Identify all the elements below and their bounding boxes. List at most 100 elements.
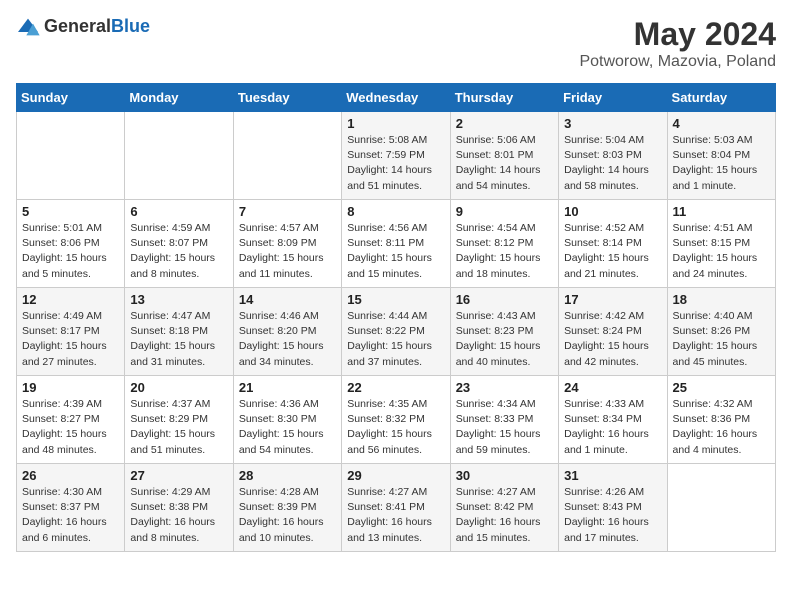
day-number: 24 — [564, 380, 661, 395]
day-info: Sunrise: 5:06 AM Sunset: 8:01 PM Dayligh… — [456, 133, 553, 194]
calendar-cell: 30 Sunrise: 4:27 AM Sunset: 8:42 PM Dayli… — [450, 464, 558, 552]
day-number: 1 — [347, 116, 444, 131]
calendar-cell: 14 Sunrise: 4:46 AM Sunset: 8:20 PM Dayli… — [233, 288, 341, 376]
title-block: May 2024 Potworow, Mazovia, Poland — [579, 16, 776, 71]
day-info: Sunrise: 4:39 AM Sunset: 8:27 PM Dayligh… — [22, 397, 119, 458]
calendar-week-5: 26 Sunrise: 4:30 AM Sunset: 8:37 PM Dayli… — [17, 464, 776, 552]
day-info: Sunrise: 4:35 AM Sunset: 8:32 PM Dayligh… — [347, 397, 444, 458]
day-number: 26 — [22, 468, 119, 483]
col-header-monday: Monday — [125, 84, 233, 112]
day-number: 22 — [347, 380, 444, 395]
day-number: 23 — [456, 380, 553, 395]
day-number: 30 — [456, 468, 553, 483]
day-number: 3 — [564, 116, 661, 131]
calendar-cell: 2 Sunrise: 5:06 AM Sunset: 8:01 PM Daylig… — [450, 112, 558, 200]
calendar-cell: 18Sunrise: 4:40 AM Sunset: 8:26 PM Dayli… — [667, 288, 775, 376]
day-number: 31 — [564, 468, 661, 483]
calendar-cell — [17, 112, 125, 200]
logo-blue: Blue — [111, 16, 150, 36]
day-number: 4 — [673, 116, 770, 131]
day-number: 6 — [130, 204, 227, 219]
day-info: Sunrise: 4:43 AM Sunset: 8:23 PM Dayligh… — [456, 309, 553, 370]
day-number: 10 — [564, 204, 661, 219]
page-header: GeneralBlue May 2024 Potworow, Mazovia, … — [16, 16, 776, 71]
calendar-cell: 1 Sunrise: 5:08 AM Sunset: 7:59 PM Daylig… — [342, 112, 450, 200]
calendar-cell: 27 Sunrise: 4:29 AM Sunset: 8:38 PM Dayli… — [125, 464, 233, 552]
day-number: 8 — [347, 204, 444, 219]
col-header-sunday: Sunday — [17, 84, 125, 112]
calendar-cell: 12Sunrise: 4:49 AM Sunset: 8:17 PM Dayli… — [17, 288, 125, 376]
day-info: Sunrise: 4:57 AM Sunset: 8:09 PM Dayligh… — [239, 221, 336, 282]
calendar-cell: 6Sunrise: 4:59 AM Sunset: 8:07 PM Daylig… — [125, 200, 233, 288]
calendar-cell: 25 Sunrise: 4:32 AM Sunset: 8:36 PM Dayli… — [667, 376, 775, 464]
day-info: Sunrise: 4:40 AM Sunset: 8:26 PM Dayligh… — [673, 309, 770, 370]
calendar-table: SundayMondayTuesdayWednesdayThursdayFrid… — [16, 83, 776, 552]
calendar-cell: 8 Sunrise: 4:56 AM Sunset: 8:11 PM Daylig… — [342, 200, 450, 288]
col-header-tuesday: Tuesday — [233, 84, 341, 112]
calendar-cell: 9 Sunrise: 4:54 AM Sunset: 8:12 PM Daylig… — [450, 200, 558, 288]
col-header-friday: Friday — [559, 84, 667, 112]
day-info: Sunrise: 4:32 AM Sunset: 8:36 PM Dayligh… — [673, 397, 770, 458]
day-number: 20 — [130, 380, 227, 395]
calendar-cell — [125, 112, 233, 200]
calendar-cell: 4 Sunrise: 5:03 AM Sunset: 8:04 PM Daylig… — [667, 112, 775, 200]
calendar-cell: 7 Sunrise: 4:57 AM Sunset: 8:09 PM Daylig… — [233, 200, 341, 288]
day-number: 13 — [130, 292, 227, 307]
day-number: 29 — [347, 468, 444, 483]
calendar-cell: 26 Sunrise: 4:30 AM Sunset: 8:37 PM Dayli… — [17, 464, 125, 552]
day-info: Sunrise: 5:03 AM Sunset: 8:04 PM Dayligh… — [673, 133, 770, 194]
calendar-week-4: 19Sunrise: 4:39 AM Sunset: 8:27 PM Dayli… — [17, 376, 776, 464]
day-number: 12 — [22, 292, 119, 307]
day-number: 17 — [564, 292, 661, 307]
day-number: 9 — [456, 204, 553, 219]
calendar-week-3: 12Sunrise: 4:49 AM Sunset: 8:17 PM Dayli… — [17, 288, 776, 376]
day-number: 14 — [239, 292, 336, 307]
calendar-cell: 3 Sunrise: 5:04 AM Sunset: 8:03 PM Daylig… — [559, 112, 667, 200]
calendar-cell: 29 Sunrise: 4:27 AM Sunset: 8:41 PM Dayli… — [342, 464, 450, 552]
calendar-cell: 28 Sunrise: 4:28 AM Sunset: 8:39 PM Dayli… — [233, 464, 341, 552]
calendar-cell: 15 Sunrise: 4:44 AM Sunset: 8:22 PM Dayli… — [342, 288, 450, 376]
day-info: Sunrise: 4:30 AM Sunset: 8:37 PM Dayligh… — [22, 485, 119, 546]
day-info: Sunrise: 4:51 AM Sunset: 8:15 PM Dayligh… — [673, 221, 770, 282]
day-number: 7 — [239, 204, 336, 219]
day-number: 28 — [239, 468, 336, 483]
calendar-cell — [667, 464, 775, 552]
calendar-header-row: SundayMondayTuesdayWednesdayThursdayFrid… — [17, 84, 776, 112]
day-number: 2 — [456, 116, 553, 131]
day-info: Sunrise: 4:36 AM Sunset: 8:30 PM Dayligh… — [239, 397, 336, 458]
calendar-cell: 20Sunrise: 4:37 AM Sunset: 8:29 PM Dayli… — [125, 376, 233, 464]
day-info: Sunrise: 4:44 AM Sunset: 8:22 PM Dayligh… — [347, 309, 444, 370]
day-info: Sunrise: 4:56 AM Sunset: 8:11 PM Dayligh… — [347, 221, 444, 282]
day-info: Sunrise: 5:08 AM Sunset: 7:59 PM Dayligh… — [347, 133, 444, 194]
day-info: Sunrise: 4:27 AM Sunset: 8:41 PM Dayligh… — [347, 485, 444, 546]
day-info: Sunrise: 4:54 AM Sunset: 8:12 PM Dayligh… — [456, 221, 553, 282]
calendar-cell: 19Sunrise: 4:39 AM Sunset: 8:27 PM Dayli… — [17, 376, 125, 464]
day-info: Sunrise: 4:46 AM Sunset: 8:20 PM Dayligh… — [239, 309, 336, 370]
logo-icon — [16, 17, 40, 37]
location-subtitle: Potworow, Mazovia, Poland — [579, 53, 776, 71]
calendar-cell: 23 Sunrise: 4:34 AM Sunset: 8:33 PM Dayli… — [450, 376, 558, 464]
calendar-cell: 22 Sunrise: 4:35 AM Sunset: 8:32 PM Dayli… — [342, 376, 450, 464]
col-header-wednesday: Wednesday — [342, 84, 450, 112]
calendar-week-1: 1 Sunrise: 5:08 AM Sunset: 7:59 PM Daylig… — [17, 112, 776, 200]
day-number: 16 — [456, 292, 553, 307]
day-info: Sunrise: 4:28 AM Sunset: 8:39 PM Dayligh… — [239, 485, 336, 546]
calendar-cell: 21Sunrise: 4:36 AM Sunset: 8:30 PM Dayli… — [233, 376, 341, 464]
day-info: Sunrise: 4:26 AM Sunset: 8:43 PM Dayligh… — [564, 485, 661, 546]
day-number: 15 — [347, 292, 444, 307]
calendar-week-2: 5Sunrise: 5:01 AM Sunset: 8:06 PM Daylig… — [17, 200, 776, 288]
col-header-saturday: Saturday — [667, 84, 775, 112]
calendar-cell: 5Sunrise: 5:01 AM Sunset: 8:06 PM Daylig… — [17, 200, 125, 288]
day-info: Sunrise: 4:33 AM Sunset: 8:34 PM Dayligh… — [564, 397, 661, 458]
day-info: Sunrise: 4:34 AM Sunset: 8:33 PM Dayligh… — [456, 397, 553, 458]
day-number: 25 — [673, 380, 770, 395]
calendar-cell: 17Sunrise: 4:42 AM Sunset: 8:24 PM Dayli… — [559, 288, 667, 376]
day-number: 11 — [673, 204, 770, 219]
day-info: Sunrise: 5:04 AM Sunset: 8:03 PM Dayligh… — [564, 133, 661, 194]
calendar-cell: 31 Sunrise: 4:26 AM Sunset: 8:43 PM Dayli… — [559, 464, 667, 552]
day-number: 27 — [130, 468, 227, 483]
calendar-cell: 16 Sunrise: 4:43 AM Sunset: 8:23 PM Dayli… — [450, 288, 558, 376]
day-info: Sunrise: 4:27 AM Sunset: 8:42 PM Dayligh… — [456, 485, 553, 546]
day-info: Sunrise: 4:29 AM Sunset: 8:38 PM Dayligh… — [130, 485, 227, 546]
calendar-cell: 11 Sunrise: 4:51 AM Sunset: 8:15 PM Dayli… — [667, 200, 775, 288]
